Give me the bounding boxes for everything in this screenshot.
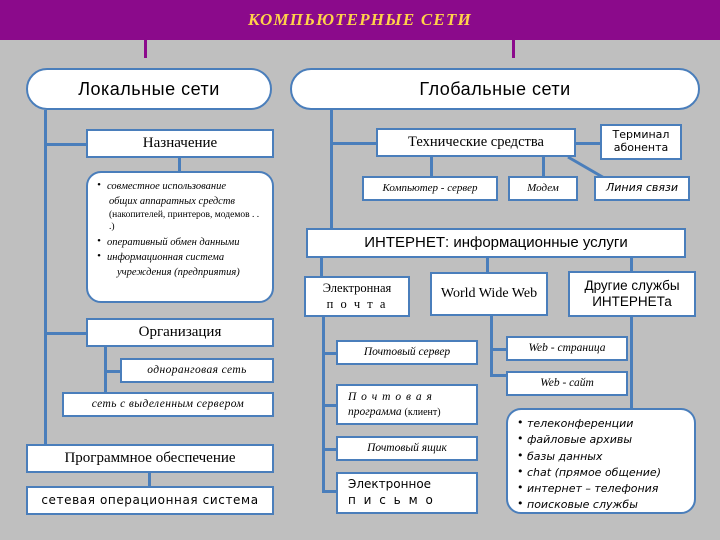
node-mail-program-word: программа xyxy=(348,405,402,418)
other-service-item: chat (прямое общение) xyxy=(517,465,685,480)
node-mail-program-line2: программа (клиент) xyxy=(348,405,441,420)
connector-header-to-global xyxy=(512,40,515,58)
node-global-networks[interactable]: Глобальные сети xyxy=(290,68,700,110)
purpose-item: (накопителей, принтеров, модемов . . .) xyxy=(109,210,260,233)
node-other-internet-services[interactable]: Другие службы ИНТЕРНЕТа xyxy=(568,271,696,317)
node-modem-label: Модем xyxy=(527,182,559,195)
connector-tech-to-terminal xyxy=(576,142,600,145)
node-web-page-label: Web - страница xyxy=(528,341,606,354)
node-mail-program[interactable]: П о ч т о в а я программа (клиент) xyxy=(336,384,478,425)
node-organization-label: Организация xyxy=(138,323,222,340)
node-web-page[interactable]: Web - страница xyxy=(506,336,628,361)
node-network-os-label: сетевая операционная система xyxy=(41,492,259,507)
node-local-networks[interactable]: Локальные сети xyxy=(26,68,272,110)
node-mail-server[interactable]: Почтовый сервер xyxy=(336,340,478,365)
node-dedicated-server-network[interactable]: сеть с выделенным сервером xyxy=(62,392,274,417)
node-purpose[interactable]: Назначение xyxy=(86,129,274,158)
other-service-item: поисковые службы xyxy=(517,497,685,512)
trunk-other-services xyxy=(630,317,633,410)
node-peer-network[interactable]: одноранговая сеть xyxy=(120,358,274,383)
purpose-item: общих аппаратных средств xyxy=(109,196,235,208)
connector-left-to-organization xyxy=(44,332,88,335)
connector-left-to-purpose xyxy=(44,143,88,146)
node-other-services-line1: Другие службы xyxy=(584,277,680,293)
trunk-left xyxy=(44,110,47,460)
node-global-networks-label: Глобальные сети xyxy=(419,78,571,99)
node-mailbox[interactable]: Почтовый ящик xyxy=(336,436,478,461)
node-computer-server-label: Компьютер - сервер xyxy=(382,182,478,195)
other-service-item: телеконференции xyxy=(517,416,685,431)
node-mailbox-label: Почтовый ящик xyxy=(367,441,447,454)
node-dedicated-server-network-label: сеть с выделенным сервером xyxy=(91,397,245,410)
node-internet-services-label: ИНТЕРНЕТ: информационные услуги xyxy=(364,234,628,252)
purpose-item: учреждения (предприятия) xyxy=(117,267,240,279)
node-email-line2: п о ч т а xyxy=(326,296,388,311)
node-subscriber-terminal-line2: абонента xyxy=(613,141,669,154)
purpose-item: совместное использование xyxy=(97,179,263,193)
node-local-networks-label: Локальные сети xyxy=(78,78,220,99)
page-title: КОМПЬЮТЕРНЫЕ СЕТИ xyxy=(248,10,472,29)
node-other-services-line2: ИНТЕРНЕТа xyxy=(592,294,672,309)
trunk-right xyxy=(330,110,333,230)
purpose-item: оперативный обмен данными xyxy=(97,235,263,249)
purpose-item: информационная система xyxy=(97,250,263,264)
panel-other-services: телеконференции файловые архивы базы дан… xyxy=(506,408,696,514)
connector-header-to-local xyxy=(144,40,147,58)
connector-software-to-os xyxy=(148,473,151,487)
node-internet-services[interactable]: ИНТЕРНЕТ: информационные услуги xyxy=(306,228,686,258)
node-email-line1: Электронная xyxy=(322,280,392,295)
node-mail-program-client: (клиент) xyxy=(404,406,441,418)
node-technical-means[interactable]: Технические средства xyxy=(376,128,576,157)
node-mail-server-label: Почтовый сервер xyxy=(363,345,451,358)
node-peer-network-label: одноранговая сеть xyxy=(147,363,247,376)
other-service-item: файловые архивы xyxy=(517,432,685,447)
slide-canvas: КОМПЬЮТЕРНЫЕ СЕТИ Локальные сети Глобаль… xyxy=(0,0,720,540)
connector-purpose-to-list xyxy=(178,158,181,172)
node-www-label: World Wide Web xyxy=(440,285,538,301)
other-service-item: базы данных xyxy=(517,449,685,464)
node-email-letter[interactable]: Электронное п и с ь м о xyxy=(336,472,478,514)
node-purpose-label: Назначение xyxy=(142,134,218,151)
node-www[interactable]: World Wide Web xyxy=(430,272,548,316)
node-email-letter-line1: Электронное xyxy=(348,477,432,492)
connector-tech-to-modem xyxy=(542,157,545,177)
connector-right-to-tech xyxy=(330,142,378,145)
node-mail-program-line1: П о ч т о в а я xyxy=(348,390,433,403)
panel-purpose-items: совместное использование общих аппаратны… xyxy=(86,171,274,303)
node-software-label: Программное обеспечение xyxy=(64,449,236,466)
node-communication-line[interactable]: Линия связи xyxy=(594,176,690,201)
other-service-item: интернет – телефония xyxy=(517,481,685,496)
node-modem[interactable]: Модем xyxy=(508,176,578,201)
node-technical-means-label: Технические средства xyxy=(408,134,544,151)
node-email-letter-line2: п и с ь м о xyxy=(348,493,435,507)
trunk-www xyxy=(490,316,493,376)
node-software[interactable]: Программное обеспечение xyxy=(26,444,274,473)
node-subscriber-terminal[interactable]: Терминал абонента xyxy=(600,124,682,160)
node-communication-line-label: Линия связи xyxy=(605,181,679,195)
node-organization[interactable]: Организация xyxy=(86,318,274,347)
connector-internet-to-email xyxy=(320,258,323,277)
connector-tech-to-server xyxy=(430,157,433,177)
connector-internet-to-other xyxy=(630,258,633,272)
node-network-os[interactable]: сетевая операционная система xyxy=(26,486,274,515)
node-web-site-label: Web - сайт xyxy=(540,376,594,389)
node-email[interactable]: Электронная п о ч т а xyxy=(304,276,410,317)
node-web-site[interactable]: Web - сайт xyxy=(506,371,628,396)
node-computer-server[interactable]: Компьютер - сервер xyxy=(362,176,498,201)
